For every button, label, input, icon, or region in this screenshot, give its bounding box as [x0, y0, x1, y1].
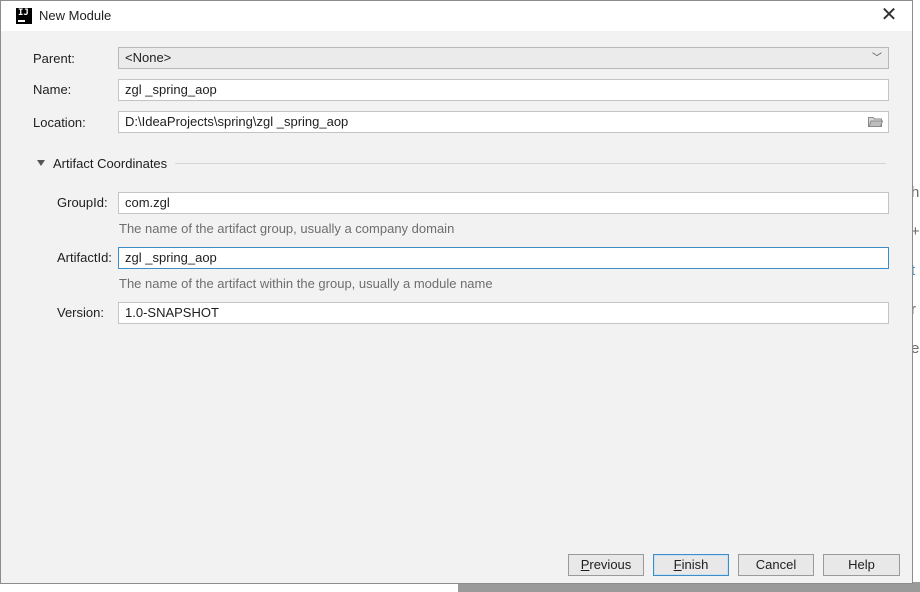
groupid-hint: The name of the artifact group, usually … — [119, 221, 455, 236]
parent-label: Parent: — [33, 51, 75, 66]
groupid-value: com.zgl — [125, 195, 170, 210]
artifactid-label: ArtifactId: — [57, 250, 112, 265]
name-field[interactable]: zgl _spring_aop — [118, 79, 889, 101]
close-icon[interactable]: ✕ — [878, 4, 900, 26]
title-bar[interactable]: IJ New Module ✕ — [1, 1, 912, 31]
section-divider — [175, 163, 886, 164]
groupid-label: GroupId: — [57, 195, 108, 210]
parent-dropdown[interactable]: <None> ﹀ — [118, 47, 889, 69]
chevron-down-icon: ﹀ — [872, 53, 882, 64]
intellij-app-icon: IJ — [16, 8, 32, 24]
name-label: Name: — [33, 82, 72, 97]
artifact-coordinates-header[interactable]: Artifact Coordinates — [53, 156, 167, 171]
previous-button-label: Previous — [580, 557, 632, 572]
artifactid-value: zgl _spring_aop — [125, 250, 217, 265]
triangle-down-icon[interactable] — [37, 160, 45, 166]
version-field[interactable]: 1.0-SNAPSHOT — [118, 302, 889, 324]
help-button-label: Help — [848, 557, 875, 572]
version-label: Version: — [57, 305, 104, 320]
parent-value: <None> — [125, 50, 172, 65]
cancel-button-label: Cancel — [755, 557, 797, 572]
groupid-field[interactable]: com.zgl — [118, 192, 889, 214]
cancel-button[interactable]: Cancel — [738, 554, 814, 576]
name-value: zgl _spring_aop — [125, 82, 217, 97]
dialog-title: New Module — [39, 8, 112, 23]
help-button[interactable]: Help — [823, 554, 900, 576]
location-value: D:\IdeaProjects\spring\zgl _spring_aop — [125, 114, 349, 129]
artifactid-field[interactable]: zgl _spring_aop — [118, 247, 889, 269]
artifactid-hint: The name of the artifact within the grou… — [119, 276, 493, 291]
location-label: Location: — [33, 115, 86, 130]
location-field[interactable]: D:\IdeaProjects\spring\zgl _spring_aop — [118, 111, 889, 133]
folder-icon[interactable] — [868, 116, 883, 127]
new-module-dialog: IJ New Module ✕ Parent: <None> ﹀ Name: z… — [0, 0, 913, 584]
finish-button[interactable]: Finish — [653, 554, 729, 576]
version-value: 1.0-SNAPSHOT — [125, 305, 219, 320]
previous-button[interactable]: Previous — [568, 554, 644, 576]
finish-button-label: Finish — [673, 557, 709, 572]
